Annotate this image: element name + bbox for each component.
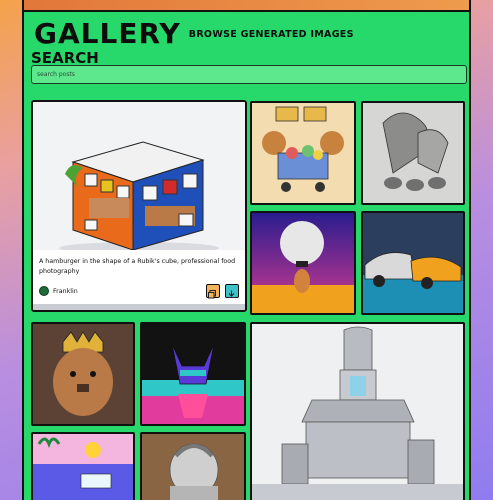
page-subtitle: BROWSE GENERATED IMAGES — [188, 29, 354, 40]
statue-image — [142, 434, 244, 500]
gallery-tile-sketch-ducks[interactable] — [361, 101, 465, 205]
avatar — [39, 286, 49, 296]
copy-button[interactable] — [206, 284, 220, 299]
gallery-tile-cyber-wolf[interactable] — [140, 322, 246, 426]
muscle-car-image — [363, 213, 463, 313]
teddy-bears-image — [252, 103, 354, 203]
page-header: GALLERY BROWSE GENERATED IMAGES — [34, 16, 354, 48]
download-button[interactable] — [225, 284, 239, 299]
vaporwave-image — [33, 434, 133, 500]
capybara-king-image — [33, 324, 133, 424]
gallery-tile-teddy-bears[interactable] — [250, 101, 356, 205]
copy-icon — [208, 290, 216, 299]
futuristic-tower-image — [252, 324, 463, 500]
gallery-tile-statue[interactable] — [140, 432, 246, 500]
moon-dog-image — [252, 213, 354, 313]
gallery-tile-vaporwave[interactable] — [31, 432, 135, 500]
search-input[interactable] — [31, 65, 467, 84]
sketch-ducks-image — [363, 103, 463, 203]
page-title: GALLERY — [34, 17, 181, 50]
rubiks-burger-image[interactable] — [33, 102, 245, 250]
featured-post-card[interactable]: A hamburger in the shape of a Rubik's cu… — [31, 100, 247, 312]
card-footer-strip — [33, 304, 245, 310]
cyber-wolf-image — [142, 324, 244, 424]
top-bar — [24, 0, 469, 12]
gallery-tile-futuristic-tower[interactable] — [250, 322, 465, 500]
download-icon — [227, 290, 236, 299]
gallery-tile-moon-dog[interactable] — [250, 211, 356, 315]
gallery-window: GALLERY BROWSE GENERATED IMAGES SEARCH s… — [22, 0, 471, 500]
gallery-tile-capybara-king[interactable] — [31, 322, 135, 426]
gallery-tile-muscle-car[interactable] — [361, 211, 465, 315]
post-prompt: A hamburger in the shape of a Rubik's cu… — [39, 258, 236, 275]
post-author[interactable]: Franklin — [39, 286, 78, 296]
author-name: Franklin — [53, 287, 78, 295]
